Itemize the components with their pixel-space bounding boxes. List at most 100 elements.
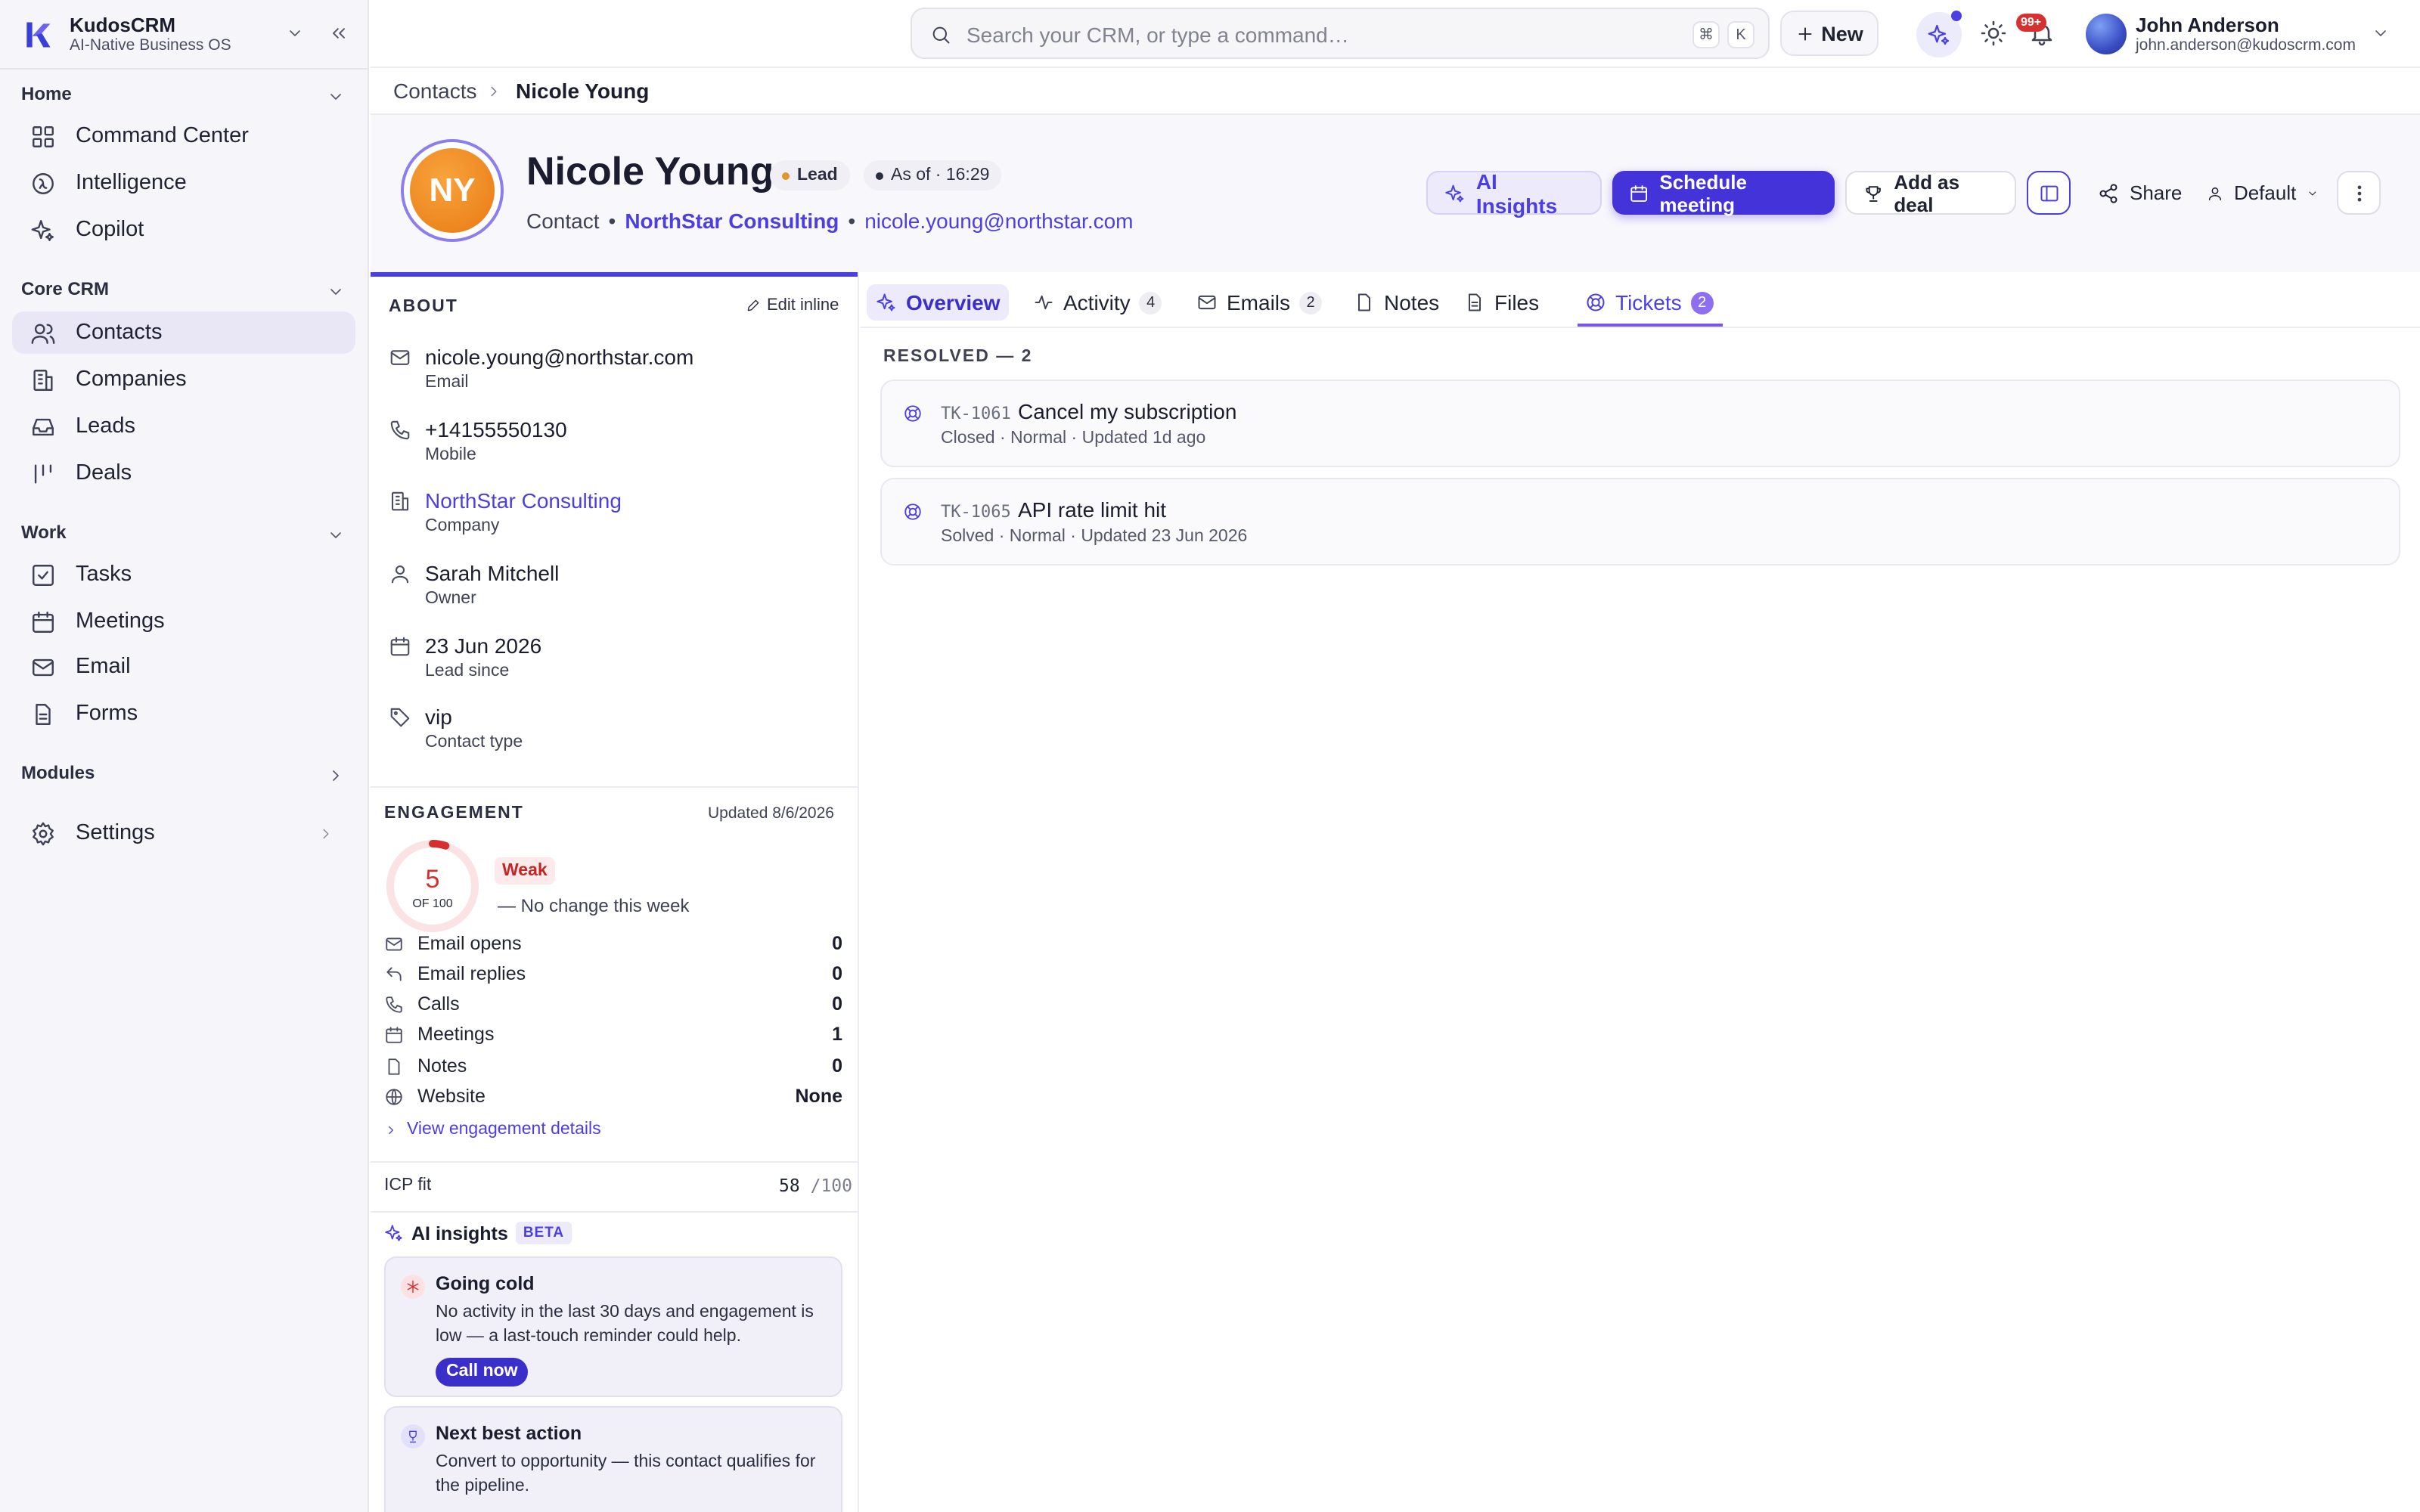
sidebar-item-label: Settings xyxy=(76,821,155,845)
engagement-score-max: OF 100 xyxy=(412,897,453,910)
sidebar-item-intelligence[interactable]: Intelligence xyxy=(12,162,355,204)
toggle-panel-button[interactable] xyxy=(2027,171,2071,215)
separator-dot: • xyxy=(848,209,856,233)
edit-inline-button[interactable]: Edit inline xyxy=(746,296,839,314)
schedule-meeting-button[interactable]: Schedule meeting xyxy=(1612,170,1835,215)
breadcrumb-contacts-link[interactable]: Contacts xyxy=(393,79,477,103)
chevron-down-icon[interactable] xyxy=(327,283,345,301)
field-lead-since[interactable]: 23 Jun 2026 Lead since xyxy=(389,634,842,688)
more-actions-button[interactable] xyxy=(2337,171,2381,215)
field-company[interactable]: NorthStar Consulting Company xyxy=(389,488,842,543)
ticket-row[interactable]: TK-1061 Cancel my subscription Closed · … xyxy=(880,380,2400,467)
workspace-switcher-chevron-icon[interactable] xyxy=(286,24,304,42)
chevron-right-icon[interactable] xyxy=(327,767,345,785)
engagement-label: Email replies xyxy=(417,963,526,984)
add-as-deal-button[interactable]: Add as deal xyxy=(1845,170,2016,215)
global-search[interactable]: ⌘ K xyxy=(911,8,1770,59)
ai-insights-button[interactable]: AI Insights xyxy=(1426,169,1602,217)
sidebar-item-settings[interactable]: Settings xyxy=(12,812,355,854)
divider xyxy=(371,1211,858,1213)
sidebar-item-forms[interactable]: Forms xyxy=(12,692,355,735)
theme-toggle-sun-icon[interactable] xyxy=(1980,20,2007,47)
section-home[interactable]: Home xyxy=(21,83,72,104)
email-link[interactable]: nicole.young@northstar.com xyxy=(864,209,1133,233)
sparkles-icon xyxy=(1444,182,1466,203)
section-work[interactable]: Work xyxy=(21,522,67,543)
engagement-row-email-opens: Email opens 0 xyxy=(384,931,842,959)
insight-card-next-best-action: Next best action Convert to opportunity … xyxy=(384,1406,842,1512)
engagement-label: Calls xyxy=(417,993,460,1015)
mail-icon xyxy=(389,346,411,369)
more-vertical-icon xyxy=(2348,182,2369,203)
tab-notes[interactable]: Notes xyxy=(1345,284,1448,321)
chevron-down-icon[interactable] xyxy=(2372,24,2390,42)
icp-score: 58 xyxy=(779,1175,800,1196)
section-modules[interactable]: Modules xyxy=(21,762,95,783)
section-core-crm[interactable]: Core CRM xyxy=(21,278,109,299)
field-owner[interactable]: Sarah Mitchell Owner xyxy=(389,561,842,615)
document-icon xyxy=(30,701,56,727)
sidebar-item-command-center[interactable]: Command Center xyxy=(12,115,355,157)
sidebar-item-leads[interactable]: Leads xyxy=(12,405,355,448)
chevron-right-icon xyxy=(486,83,502,100)
search-input[interactable] xyxy=(966,20,1662,50)
phone-icon xyxy=(389,419,411,442)
divider xyxy=(371,1161,858,1163)
avatar[interactable] xyxy=(2086,14,2127,54)
sidebar-item-label: Email xyxy=(76,655,131,679)
engagement-value: None xyxy=(795,1086,843,1107)
company-link[interactable]: NorthStar Consulting xyxy=(625,209,839,233)
tab-label: Tickets xyxy=(1615,290,1682,314)
insight-body: Convert to opportunity — this contact qu… xyxy=(436,1453,816,1495)
ticket-meta: Solved · Normal · Updated 23 Jun 2026 xyxy=(941,528,1248,546)
sidebar-item-deals[interactable]: Deals xyxy=(12,452,355,494)
tab-count-badge: 2 xyxy=(1299,291,1323,314)
sidebar-item-contacts[interactable]: Contacts xyxy=(12,311,355,354)
new-button[interactable]: New xyxy=(1780,11,1879,56)
sidebar-item-email[interactable]: Email xyxy=(12,646,355,688)
as-of-label: As of · 16:29 xyxy=(891,166,990,184)
insight-title: Next best action xyxy=(436,1423,582,1444)
ticket-row[interactable]: TK-1065 API rate limit hit Solved · Norm… xyxy=(880,478,2400,565)
status-badge[interactable]: Lead xyxy=(770,160,850,191)
tab-emails[interactable]: Emails 2 xyxy=(1187,284,1331,321)
engagement-row-website: Website None xyxy=(384,1084,842,1111)
tab-files[interactable]: Files xyxy=(1455,284,1548,321)
field-email[interactable]: nicole.young@northstar.com Email xyxy=(389,345,842,399)
sidebar-item-label: Companies xyxy=(76,367,187,392)
tab-label: Emails xyxy=(1227,290,1291,314)
chevron-down-icon[interactable] xyxy=(327,526,345,544)
tab-label: Overview xyxy=(906,290,1001,314)
plus-icon xyxy=(1795,23,1815,43)
ticket-group-title: RESOLVED — 2 xyxy=(883,348,1033,366)
sidebar-item-meetings[interactable]: Meetings xyxy=(12,600,355,643)
company-link[interactable]: NorthStar Consulting xyxy=(425,488,622,513)
call-now-button[interactable]: Call now xyxy=(436,1358,529,1387)
chevron-down-icon[interactable] xyxy=(327,88,345,106)
sidebar-item-tasks[interactable]: Tasks xyxy=(12,553,355,596)
status-label: Lead xyxy=(797,166,838,184)
view-selector[interactable]: Default xyxy=(2190,171,2335,215)
new-button-label: New xyxy=(1821,22,1863,45)
sidebar-item-companies[interactable]: Companies xyxy=(12,358,355,401)
view-engagement-details-link[interactable]: View engagement details xyxy=(384,1120,601,1139)
collapse-sidebar-icon[interactable] xyxy=(328,23,349,44)
user-icon xyxy=(2207,182,2223,203)
sidebar-item-copilot[interactable]: Copilot xyxy=(12,209,355,251)
tab-tickets[interactable]: Tickets 2 xyxy=(1576,284,1723,321)
sparkles-icon xyxy=(1927,23,1951,47)
field-contact-type[interactable]: vip Contact type xyxy=(389,705,842,759)
gear-icon xyxy=(30,820,56,846)
user-name[interactable]: John Anderson xyxy=(2136,14,2279,36)
icp-max: /100 xyxy=(810,1175,852,1196)
tab-count-badge: 4 xyxy=(1139,291,1162,314)
engagement-trend: — No change this week xyxy=(498,895,690,916)
tab-activity[interactable]: Activity 4 xyxy=(1024,284,1171,321)
tab-overview[interactable]: Overview xyxy=(867,284,1010,321)
panel-accent-line xyxy=(371,272,858,277)
field-mobile[interactable]: +14155550130 Mobile xyxy=(389,417,842,472)
engagement-value: 0 xyxy=(832,933,842,954)
engagement-value: 0 xyxy=(832,963,842,984)
user-icon xyxy=(389,562,411,585)
tab-label: Notes xyxy=(1384,290,1440,314)
